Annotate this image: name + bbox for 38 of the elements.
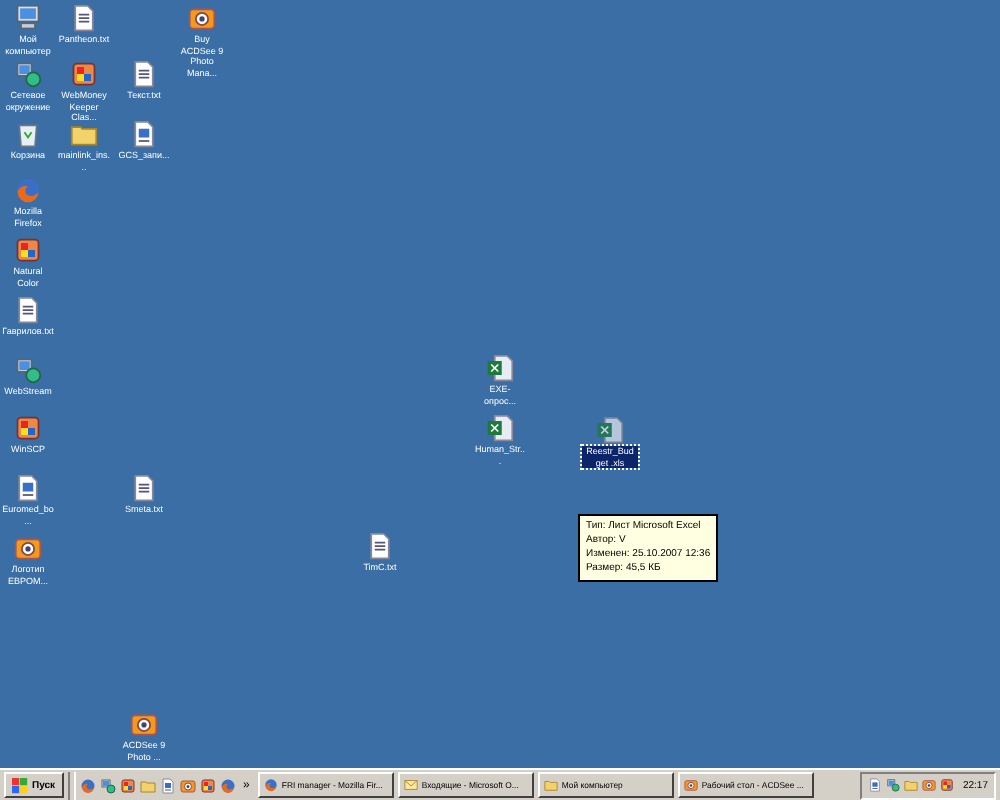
text-file-icon xyxy=(366,532,394,560)
firefox-icon xyxy=(14,176,42,204)
document-icon xyxy=(14,474,42,502)
windows-flag-icon xyxy=(12,777,28,793)
app-icon xyxy=(14,236,42,264)
camera-icon xyxy=(188,4,216,32)
camera-icon[interactable] xyxy=(179,777,196,793)
app-icon xyxy=(70,60,98,88)
camera-icon[interactable] xyxy=(922,778,937,792)
spreadsheet-file-icon xyxy=(486,414,514,442)
network-icon[interactable] xyxy=(99,777,116,793)
folder-icon xyxy=(543,778,558,792)
app-icon[interactable] xyxy=(199,777,216,793)
text-file-icon xyxy=(130,474,158,502)
firefox-icon[interactable] xyxy=(79,777,96,793)
app-icon[interactable] xyxy=(940,778,955,792)
network-icon[interactable] xyxy=(886,778,901,792)
recycle-bin-icon xyxy=(14,120,42,148)
text-file-icon xyxy=(130,60,158,88)
firefox-icon xyxy=(263,778,278,792)
document-icon xyxy=(130,120,158,148)
camera-icon xyxy=(14,534,42,562)
app-icon xyxy=(14,414,42,442)
spreadsheet-file-icon xyxy=(596,416,624,444)
spreadsheet-file-icon xyxy=(486,354,514,382)
document-icon[interactable] xyxy=(159,777,176,793)
computer-icon xyxy=(14,4,42,32)
text-file-icon xyxy=(14,296,42,324)
network-icon xyxy=(14,60,42,88)
firefox-icon[interactable] xyxy=(219,777,236,793)
app-icon[interactable] xyxy=(119,777,136,793)
document-icon[interactable] xyxy=(868,778,883,792)
camera-icon xyxy=(130,710,158,738)
camera-icon xyxy=(683,778,698,792)
text-file-icon xyxy=(70,4,98,32)
network-icon xyxy=(14,356,42,384)
folder-icon xyxy=(70,120,98,148)
mail-icon xyxy=(403,778,418,792)
